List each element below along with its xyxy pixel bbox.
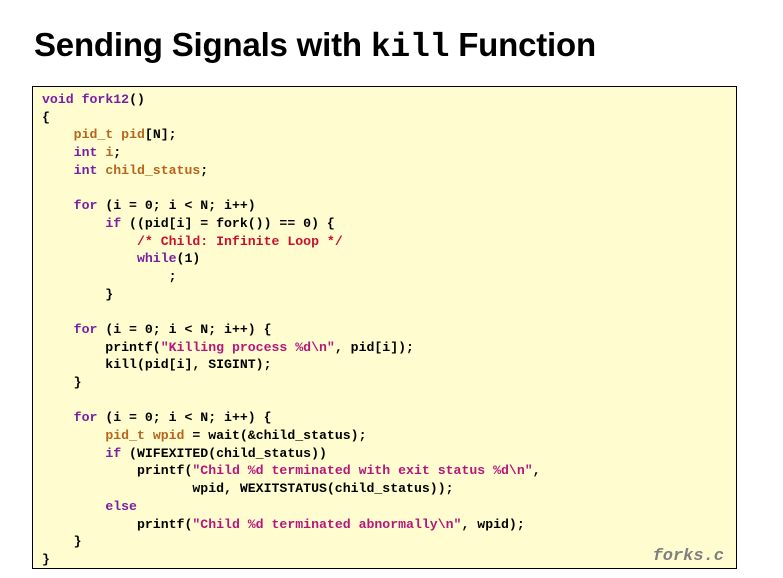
slide-title: Sending Signals with kill Function: [34, 26, 596, 66]
code-line: }: [42, 551, 541, 569]
code-line: for (i = 0; i < N; i++): [42, 197, 541, 215]
code-line: printf("Child %d terminated with exit st…: [42, 462, 541, 480]
code-line: }: [42, 286, 541, 304]
code-token: ((pid[i] = fork()) == 0) {: [121, 215, 335, 231]
code-token: (i = 0; i < N; i++) {: [97, 410, 272, 426]
code-token: int: [73, 145, 98, 161]
code-line: void fork12(): [42, 91, 541, 109]
code-token: "Child %d terminated abnormally\n": [192, 516, 462, 532]
code-token: int: [73, 162, 98, 178]
code-token: pid_t: [73, 127, 114, 143]
code-token: (): [129, 92, 145, 107]
code-line: ;: [42, 268, 541, 286]
code-token: kill(pid[i], SIGINT);: [42, 357, 272, 373]
code-token: fork12: [81, 92, 130, 107]
code-token: }: [42, 551, 50, 567]
code-token: (i = 0; i < N; i++): [97, 198, 256, 214]
code-line: while(1): [42, 250, 541, 268]
code-token: printf(: [42, 463, 193, 479]
code-line: printf("Child %d terminated abnormally\n…: [42, 516, 541, 534]
code-token: (i = 0; i < N; i++) {: [97, 321, 272, 337]
code-token: while: [136, 251, 177, 267]
code-line: for (i = 0; i < N; i++) {: [42, 409, 541, 427]
code-token: }: [42, 286, 114, 302]
code-token: void: [42, 92, 74, 107]
title-code-kill: kill: [370, 29, 450, 66]
code-line: int child_status;: [42, 162, 541, 180]
code-line: int i;: [42, 144, 541, 162]
code-line: /* Child: Infinite Loop */: [42, 233, 541, 251]
code-line: kill(pid[i], SIGINT);: [42, 356, 541, 374]
code-token: , wpid);: [461, 516, 525, 532]
code-token: }: [42, 375, 82, 390]
code-token: pid_t: [105, 428, 145, 444]
code-listing: void fork12(){ pid_t pid[N]; int i; int …: [42, 91, 541, 569]
code-token: ;: [200, 162, 209, 178]
code-token: ;: [113, 145, 122, 161]
code-token: for: [73, 321, 98, 337]
code-line: pid_t wpid = wait(&child_status);: [42, 427, 541, 445]
code-line: printf("Killing process %d\n", pid[i]);: [42, 339, 541, 357]
code-line: else: [42, 498, 541, 516]
title-text-before: Sending Signals with: [34, 26, 371, 63]
title-text-after: Function: [449, 26, 596, 63]
code-token: if: [105, 445, 122, 461]
code-line: }: [42, 533, 541, 551]
code-token: , pid[i]);: [334, 339, 414, 355]
code-token: (1): [176, 251, 201, 267]
code-token: [N];: [144, 127, 177, 143]
code-line: {: [42, 109, 541, 127]
code-token: "Child %d terminated with exit status %d…: [192, 463, 533, 479]
code-token: for: [73, 410, 98, 426]
filename-label: forks.c: [652, 547, 724, 566]
code-listing-box: void fork12(){ pid_t pid[N]; int i; int …: [32, 86, 737, 569]
code-token: }: [42, 534, 82, 550]
code-token: {: [42, 109, 50, 125]
code-token: child_status: [105, 162, 201, 178]
code-token: wpid: [152, 428, 185, 444]
code-line: if (WIFEXITED(child_status)): [42, 445, 541, 463]
code-token: /* Child: Infinite Loop */: [136, 233, 343, 249]
code-token: printf(: [42, 339, 161, 355]
code-token: printf(: [42, 516, 193, 532]
code-line: if ((pid[i] = fork()) == 0) {: [42, 215, 541, 233]
code-line: pid_t pid[N];: [42, 126, 541, 144]
code-token: "Killing process %d\n": [160, 339, 335, 355]
code-line: }: [42, 374, 541, 392]
code-token: for: [73, 198, 98, 214]
code-token: if: [105, 215, 122, 231]
code-token: wpid, WEXITSTATUS(child_status));: [42, 481, 454, 497]
code-line: wpid, WEXITSTATUS(child_status));: [42, 480, 541, 498]
code-token: = wait(&child_status);: [184, 428, 367, 444]
code-token: pid: [121, 127, 145, 143]
code-token: ;: [42, 268, 177, 284]
code-token: else: [105, 498, 137, 514]
code-token: (WIFEXITED(child_status)): [121, 445, 327, 461]
code-line: for (i = 0; i < N; i++) {: [42, 321, 541, 339]
code-token: ,: [532, 463, 541, 479]
